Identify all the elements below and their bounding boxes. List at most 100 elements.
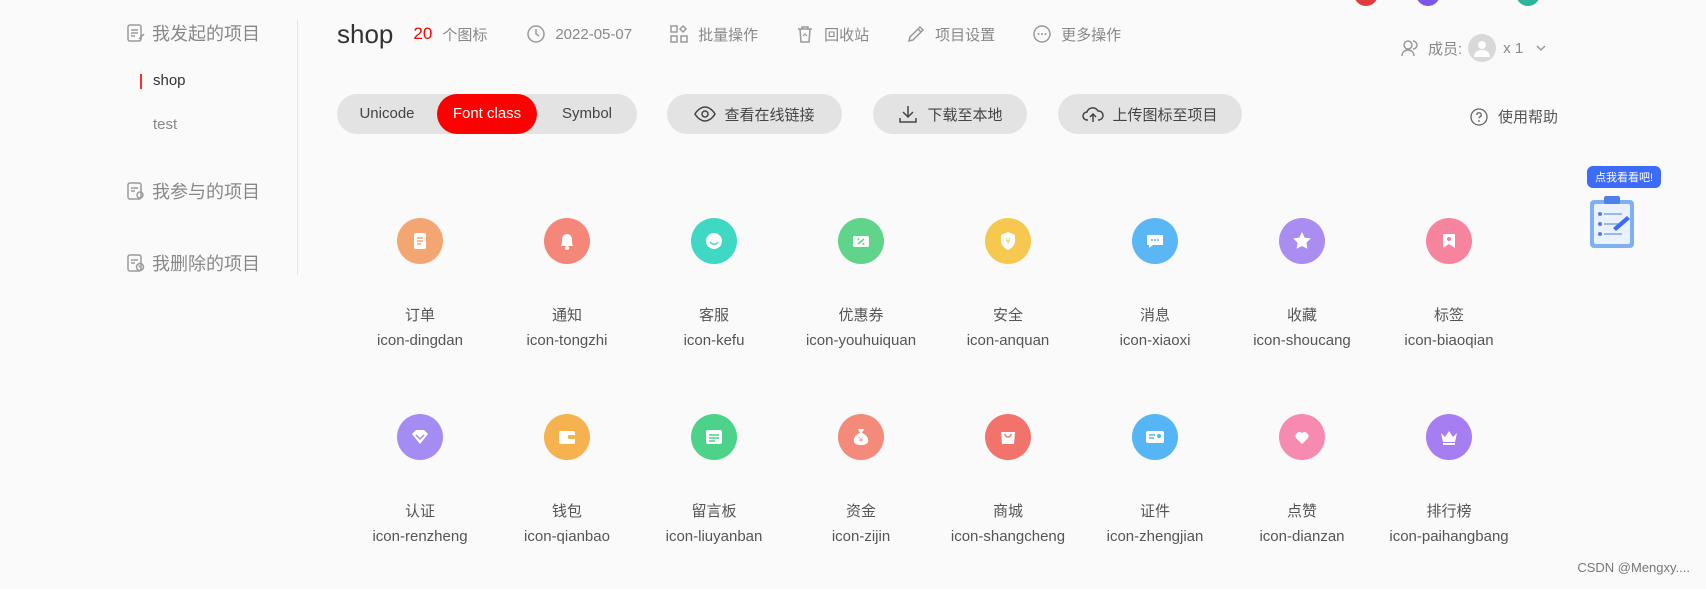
icon-badge <box>544 414 590 460</box>
icon-name: 订单 <box>404 307 435 324</box>
trash-icon <box>798 26 813 43</box>
icon-card[interactable]: 消息 icon-xiaoxi <box>1080 218 1230 352</box>
icon-code: icon-xiaoxi <box>1119 332 1191 349</box>
project-title: shop <box>337 18 394 49</box>
sidebar-group-deleted-projects[interactable]: 我删除的项目 <box>126 250 260 276</box>
icon-code: icon-tongzhi <box>526 332 608 349</box>
project-list-icon <box>127 24 145 42</box>
upload-icons-button[interactable]: 上传图标至项目 <box>1058 94 1242 134</box>
members-dropdown[interactable]: 成员: x 1 <box>1400 34 1547 62</box>
batch-icon <box>670 24 688 43</box>
coupon-icon <box>853 236 869 247</box>
icon-name: 通知 <box>551 307 582 324</box>
icon-card[interactable]: 排行榜 icon-paihangbang <box>1374 414 1524 548</box>
icon-name: 消息 <box>1139 307 1170 324</box>
tag-icon <box>1443 234 1455 248</box>
icon-code: icon-shangcheng <box>950 528 1066 545</box>
view-online-link-button[interactable]: 查看在线链接 <box>667 94 842 134</box>
members-label: 成员: <box>1428 40 1463 58</box>
icon-badge <box>838 218 884 264</box>
order-icon <box>414 233 426 249</box>
recycle-bin-button[interactable]: 回收站 <box>795 24 869 45</box>
chat-bubble-icon <box>706 233 722 249</box>
icon-name: 排行榜 <box>1426 503 1472 520</box>
sidebar-project-label: test <box>153 116 178 133</box>
icon-card[interactable]: 认证 icon-renzheng <box>345 414 495 548</box>
icon-badge: ¥ <box>838 414 884 460</box>
decor-dot <box>1354 0 1378 6</box>
icon-card[interactable]: 证件 icon-zhengjian <box>1080 414 1230 548</box>
download-local-button[interactable]: 下载至本地 <box>873 94 1027 134</box>
sidebar-group-joined-projects[interactable]: 我参与的项目 <box>126 178 260 204</box>
icon-badge <box>397 414 443 460</box>
icon-count: 20 <box>413 24 433 43</box>
icon-card[interactable]: 通知 icon-tongzhi <box>492 218 642 352</box>
project-deleted-icon <box>127 254 145 272</box>
icon-name: 认证 <box>404 503 435 520</box>
sidebar-project-shop[interactable]: shop <box>140 72 186 89</box>
icon-card[interactable]: 留言板 icon-liuyanban <box>639 414 789 548</box>
tab-font-class[interactable]: Font class <box>437 94 537 134</box>
tab-symbol[interactable]: Symbol <box>537 94 637 134</box>
batch-operation-label: 批量操作 <box>698 26 759 44</box>
money-bag-icon: ¥ <box>853 429 869 445</box>
icon-card[interactable]: ¥ 安全 icon-anquan <box>933 218 1083 352</box>
tab-unicode[interactable]: Unicode <box>337 94 437 134</box>
more-actions-button[interactable]: 更多操作 <box>1032 24 1121 45</box>
star-icon <box>1293 232 1311 249</box>
icon-card[interactable]: 商城 icon-shangcheng <box>933 414 1083 548</box>
icon-card[interactable]: 点赞 icon-dianzan <box>1227 414 1377 548</box>
icon-badge <box>1132 218 1178 264</box>
diamond-icon <box>412 430 428 444</box>
bell-icon <box>561 234 573 250</box>
icon-card[interactable]: 客服 icon-kefu <box>639 218 789 352</box>
eye-icon <box>694 106 717 122</box>
id-card-icon <box>1146 431 1164 443</box>
clipboard-icon <box>1590 196 1634 248</box>
wallet-icon <box>559 431 575 444</box>
tab-label: Unicode <box>359 105 415 122</box>
sidebar: 我发起的项目 shop test 我参与的项目 我删除的项目 <box>0 0 298 275</box>
icon-badge <box>1279 414 1325 460</box>
decor-dot <box>1416 0 1440 6</box>
chevron-down-icon <box>1536 45 1546 52</box>
icon-code: icon-zijin <box>831 528 891 545</box>
sidebar-group-label: 我删除的项目 <box>152 254 260 274</box>
feedback-widget-label: 点我看看吧! <box>1587 166 1661 188</box>
icon-code: icon-anquan <box>966 332 1050 349</box>
message-board-icon <box>706 430 722 444</box>
project-settings-button[interactable]: 项目设置 <box>906 24 995 45</box>
view-online-link-label: 查看在线链接 <box>724 106 815 124</box>
icon-card[interactable]: 标签 icon-biaoqian <box>1374 218 1524 352</box>
project-join-icon <box>127 182 144 200</box>
icon-badge <box>1132 414 1178 460</box>
svg-text:¥: ¥ <box>859 436 864 444</box>
avatar[interactable] <box>1468 34 1497 62</box>
icon-code: icon-liuyanban <box>665 528 763 545</box>
icon-name: 资金 <box>845 503 876 520</box>
icon-card[interactable]: 收藏 icon-shoucang <box>1227 218 1377 352</box>
icon-code: icon-kefu <box>683 332 745 349</box>
feedback-widget[interactable]: 点我看看吧! <box>1587 166 1661 255</box>
icon-badge <box>1426 218 1472 264</box>
sidebar-group-my-projects[interactable]: 我发起的项目 <box>126 20 260 46</box>
help-link[interactable]: 使用帮助 <box>1470 106 1558 127</box>
icon-code: icon-dianzan <box>1259 528 1345 545</box>
icon-code: icon-zhengjian <box>1106 528 1204 545</box>
icon-card[interactable]: 优惠券 icon-youhuiquan <box>786 218 936 352</box>
batch-operation-button[interactable]: 批量操作 <box>669 24 758 45</box>
members-count: x 1 <box>1503 39 1524 57</box>
cloud-upload-icon <box>1082 107 1105 122</box>
upload-icons-label: 上传图标至项目 <box>1112 106 1218 124</box>
sidebar-project-label: shop <box>153 72 186 89</box>
icon-card[interactable]: ¥ 资金 icon-zijin <box>786 414 936 548</box>
icon-badge <box>985 414 1031 460</box>
icon-badge <box>691 218 737 264</box>
sidebar-project-test[interactable]: test <box>153 116 177 133</box>
sidebar-group-label: 我发起的项目 <box>152 24 260 44</box>
icon-card[interactable]: 钱包 icon-qianbao <box>492 414 642 548</box>
icon-code: icon-biaoqian <box>1404 332 1494 349</box>
icon-card[interactable]: 订单 icon-dingdan <box>345 218 495 352</box>
tab-label: Symbol <box>561 105 613 122</box>
more-icon <box>1033 25 1051 43</box>
